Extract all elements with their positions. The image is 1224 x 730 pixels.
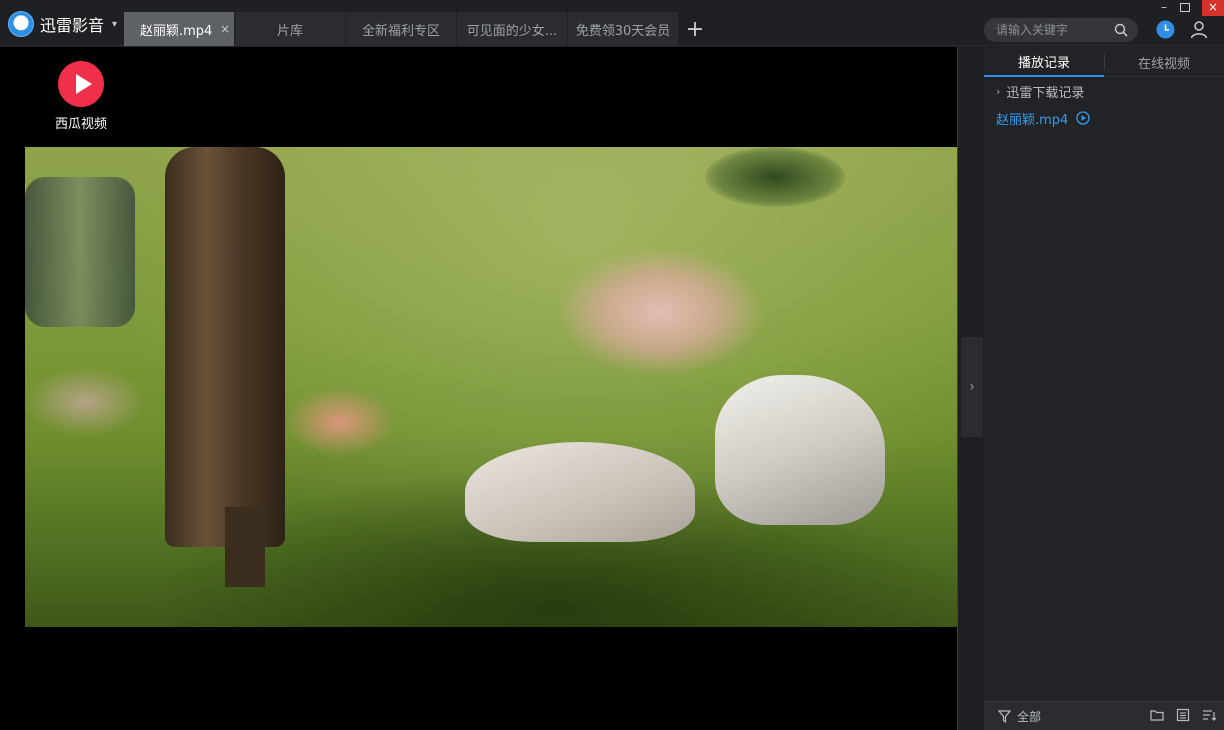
funnel-icon[interactable] (998, 709, 1011, 723)
add-tab-button[interactable]: + (679, 12, 711, 46)
playlist-panel: 播放记录 在线视频 › 迅雷下载记录 赵丽颖.mp4 全部 (984, 47, 1224, 730)
chevron-right-icon: › (969, 379, 975, 395)
watermark: 西瓜视频 (46, 61, 116, 132)
group-label: 迅雷下载记录 (1006, 85, 1085, 101)
watermark-text: 西瓜视频 (54, 117, 107, 132)
group-download-history[interactable]: › 迅雷下载记录 (996, 82, 1085, 101)
tab-girl[interactable]: 可见面的少女... (457, 12, 567, 46)
search-box (984, 18, 1138, 42)
chevron-right-icon: › (996, 84, 1001, 98)
tab-play-history[interactable]: 播放记录 (984, 47, 1104, 77)
app-name: 迅雷影音 (40, 16, 105, 35)
list-icon[interactable] (1176, 708, 1190, 722)
folder-icon[interactable] (1150, 708, 1164, 722)
panel-collapse-button[interactable]: › (961, 337, 983, 437)
tab-library[interactable]: 片库 (235, 12, 345, 46)
tab-label: 可见面的少女... (466, 23, 558, 39)
tab-label: 片库 (276, 23, 303, 39)
video-player[interactable]: 西瓜视频 (0, 47, 958, 730)
tab-vip[interactable]: 免费领30天会员 (568, 12, 678, 46)
play-circle-icon[interactable] (1076, 111, 1090, 125)
minimize-button[interactable]: – (1156, 0, 1172, 16)
tab-video[interactable]: 赵丽颖.mp4 × (124, 12, 234, 46)
caret-down-icon: ▾ (112, 18, 118, 30)
tab-online-video[interactable]: 在线视频 (1104, 47, 1224, 77)
tab-strip: 赵丽颖.mp4 × 片库 全新福利专区 可见面的少女... 免费领30天会员 + (124, 12, 711, 46)
list-item-label: 赵丽颖.mp4 (996, 112, 1069, 128)
user-icon[interactable] (1189, 19, 1209, 39)
clock-icon[interactable] (1156, 20, 1175, 39)
tab-label: 赵丽颖.mp4 (140, 23, 213, 39)
search-icon[interactable] (1114, 23, 1128, 37)
tab-close-icon[interactable]: × (220, 22, 230, 36)
search-input[interactable] (996, 23, 1106, 37)
xunlei-logo-icon (8, 11, 34, 37)
tab-label: 全新福利专区 (361, 23, 440, 39)
panel-footer: 全部 (984, 701, 1224, 730)
list-item[interactable]: 赵丽颖.mp4 (996, 109, 1090, 128)
filter-label[interactable]: 全部 (1017, 708, 1041, 725)
maximize-button[interactable] (1180, 3, 1190, 12)
title-bar: 迅雷影音 ▾ 赵丽颖.mp4 × 片库 全新福利专区 可见面的少女... 免费领… (0, 0, 1224, 46)
tab-label: 免费领30天会员 (575, 23, 671, 39)
play-triangle-icon (76, 74, 92, 94)
tab-welfare[interactable]: 全新福利专区 (346, 12, 456, 46)
close-button[interactable]: × (1202, 0, 1224, 16)
video-frame (25, 147, 957, 627)
app-menu-button[interactable]: 迅雷影音 ▾ (8, 10, 117, 38)
sort-icon[interactable] (1202, 708, 1216, 722)
